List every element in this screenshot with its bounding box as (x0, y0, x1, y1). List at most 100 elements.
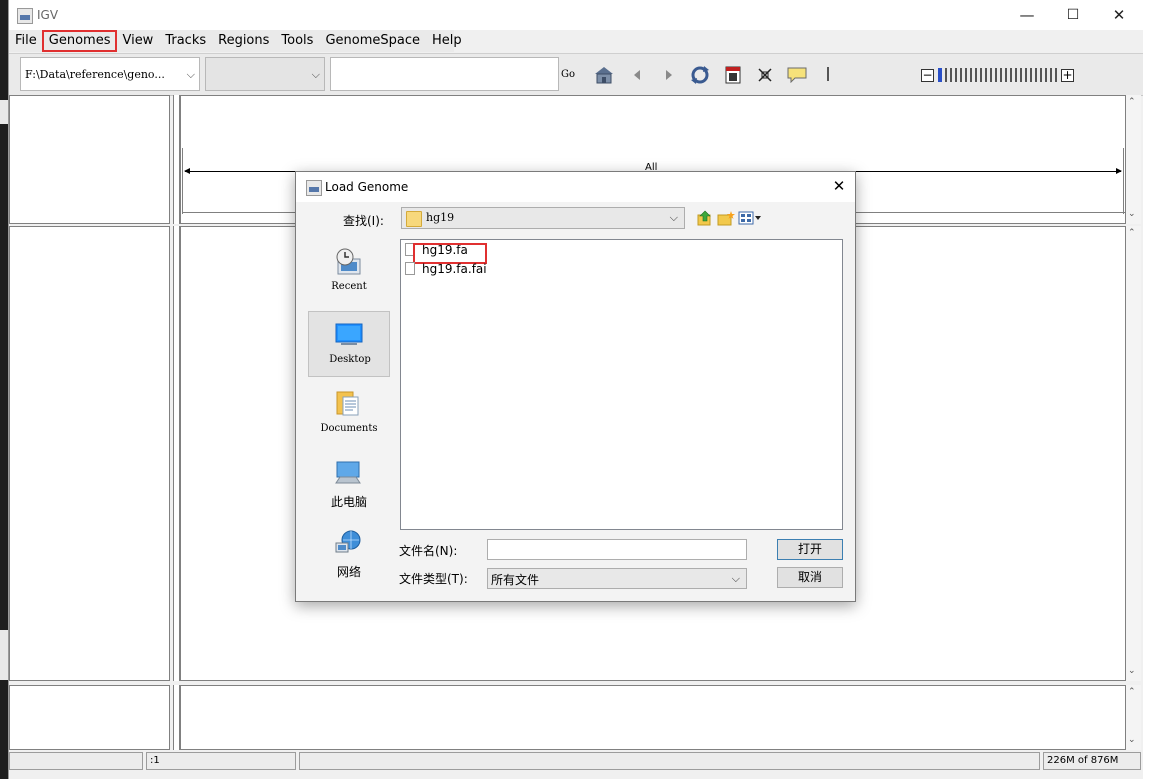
dialog-title-bar: Load Genome ✕ (296, 172, 855, 202)
scroll-down-icon[interactable]: ⌄ (1128, 209, 1136, 219)
folder-icon (406, 211, 422, 227)
file-type-label: 文件类型(T): (399, 572, 468, 586)
file-type-value: 所有文件 (491, 573, 540, 587)
feature-attribute-panel (173, 685, 180, 750)
file-icon (405, 262, 415, 275)
place-computer[interactable]: 此电脑 (308, 451, 390, 517)
zoom-tick[interactable] (1055, 68, 1057, 82)
zoom-tick[interactable] (960, 68, 962, 82)
menu-view[interactable]: View (116, 31, 159, 51)
scroll-up-icon[interactable]: ⌃ (1128, 687, 1136, 697)
chromosome-select[interactable]: ⌵ (205, 57, 325, 91)
chevron-down-icon: ⌵ (731, 572, 740, 585)
status-locus: :1 (146, 752, 296, 770)
zoom-tick[interactable] (1025, 68, 1027, 82)
go-button[interactable]: Go (561, 69, 575, 80)
menu-help[interactable]: Help (426, 31, 468, 51)
place-documents[interactable]: Documents (308, 381, 390, 447)
zoom-thumb[interactable] (938, 68, 942, 82)
zoom-tick[interactable] (945, 68, 947, 82)
documents-icon (334, 389, 362, 417)
zoom-tick[interactable] (1045, 68, 1047, 82)
status-middle (299, 752, 1040, 770)
place-label: Documents (320, 423, 378, 434)
menu-tools[interactable]: Tools (275, 31, 319, 51)
zoom-tick[interactable] (995, 68, 997, 82)
menu-genomespace[interactable]: GenomeSpace (319, 31, 426, 51)
zoom-tick[interactable] (975, 68, 977, 82)
new-folder-icon[interactable] (717, 210, 735, 226)
zoom-tick[interactable] (990, 68, 992, 82)
look-in-value: hg19 (426, 211, 455, 224)
zoom-tick[interactable] (1030, 68, 1032, 82)
file-type-select[interactable]: 所有文件 ⌵ (487, 568, 747, 589)
cancel-button[interactable]: 取消 (777, 567, 843, 588)
zoom-tick[interactable] (1010, 68, 1012, 82)
file-list[interactable]: hg19.fa hg19.fa.fai (400, 239, 843, 530)
menu-regions[interactable]: Regions (212, 31, 275, 51)
resize-icon[interactable] (755, 65, 775, 85)
open-button[interactable]: 打开 (777, 539, 843, 560)
place-recent[interactable]: Recent (308, 239, 390, 305)
genome-select-value: F:\Data\reference\geno... (25, 68, 165, 81)
ruler-left-arrow-icon (184, 168, 190, 174)
zoom-out-button[interactable]: − (921, 68, 934, 82)
zoom-tick[interactable] (980, 68, 982, 82)
genome-select[interactable]: F:\Data\reference\geno... ⌵ (20, 57, 200, 91)
dialog-close-button[interactable]: ✕ (831, 178, 847, 194)
scroll-up-icon[interactable]: ⌃ (1128, 97, 1136, 107)
zoom-tick[interactable] (1000, 68, 1002, 82)
menu-file[interactable]: File (9, 31, 43, 51)
file-item-hg19-fa-fai[interactable]: hg19.fa.fai (405, 260, 487, 277)
load-genome-dialog: Load Genome ✕ 查找(I): hg19 ⌵ Recent Deskt… (295, 171, 856, 602)
minimize-button[interactable]: — (1004, 0, 1050, 30)
file-name-input[interactable] (487, 539, 747, 560)
home-icon[interactable] (594, 65, 614, 85)
header-scrollbar[interactable]: ⌃ ⌄ (1126, 95, 1141, 224)
ruler-right-arrow-icon (1116, 168, 1122, 174)
zoom-tick[interactable] (985, 68, 987, 82)
place-desktop[interactable]: Desktop (308, 311, 390, 377)
zoom-tick[interactable] (965, 68, 967, 82)
zoom-tick[interactable] (950, 68, 952, 82)
back-icon[interactable] (627, 65, 647, 85)
scroll-down-icon[interactable]: ⌄ (1128, 666, 1136, 676)
feature-scrollbar[interactable]: ⌃ ⌄ (1126, 685, 1141, 750)
attribute-panel (173, 95, 180, 224)
zoom-tick[interactable] (970, 68, 972, 82)
refresh-icon[interactable] (690, 65, 710, 85)
zoom-tick[interactable] (1020, 68, 1022, 82)
forward-icon[interactable] (659, 65, 679, 85)
feature-panel[interactable] (180, 685, 1126, 750)
zoom-tick[interactable] (1015, 68, 1017, 82)
zoom-control: − + (921, 67, 1074, 83)
zoom-tick[interactable] (1005, 68, 1007, 82)
up-folder-icon[interactable] (697, 210, 713, 226)
menu-genomes[interactable]: Genomes (41, 30, 118, 52)
scroll-down-icon[interactable]: ⌄ (1128, 735, 1136, 745)
file-name: hg19.fa.fai (422, 261, 487, 276)
maximize-button[interactable]: ☐ (1050, 0, 1096, 30)
zoom-tick[interactable] (1035, 68, 1037, 82)
zoom-in-button[interactable]: + (1061, 68, 1074, 82)
chevron-down-icon: ⌵ (669, 211, 678, 224)
data-scrollbar[interactable]: ⌃ ⌄ (1126, 226, 1141, 681)
ruler-icon[interactable] (723, 65, 743, 85)
zoom-tick[interactable] (1050, 68, 1052, 82)
place-network[interactable]: 网络 (308, 521, 390, 587)
zoom-tick[interactable] (955, 68, 957, 82)
popup-text-icon[interactable] (787, 65, 807, 85)
close-button[interactable]: ✕ (1096, 0, 1142, 30)
scroll-up-icon[interactable]: ⌃ (1128, 228, 1136, 238)
menu-tracks[interactable]: Tracks (159, 31, 212, 51)
header-name-panel (9, 95, 170, 224)
igv-app-icon (17, 8, 33, 24)
locus-input[interactable] (330, 57, 559, 91)
view-menu-icon[interactable] (738, 210, 762, 226)
look-in-select[interactable]: hg19 ⌵ (401, 207, 685, 229)
place-label: Recent (331, 281, 367, 292)
data-name-panel (9, 226, 170, 681)
zoom-slider[interactable] (935, 68, 1057, 82)
zoom-tick[interactable] (1040, 68, 1042, 82)
place-label: Desktop (329, 354, 371, 365)
